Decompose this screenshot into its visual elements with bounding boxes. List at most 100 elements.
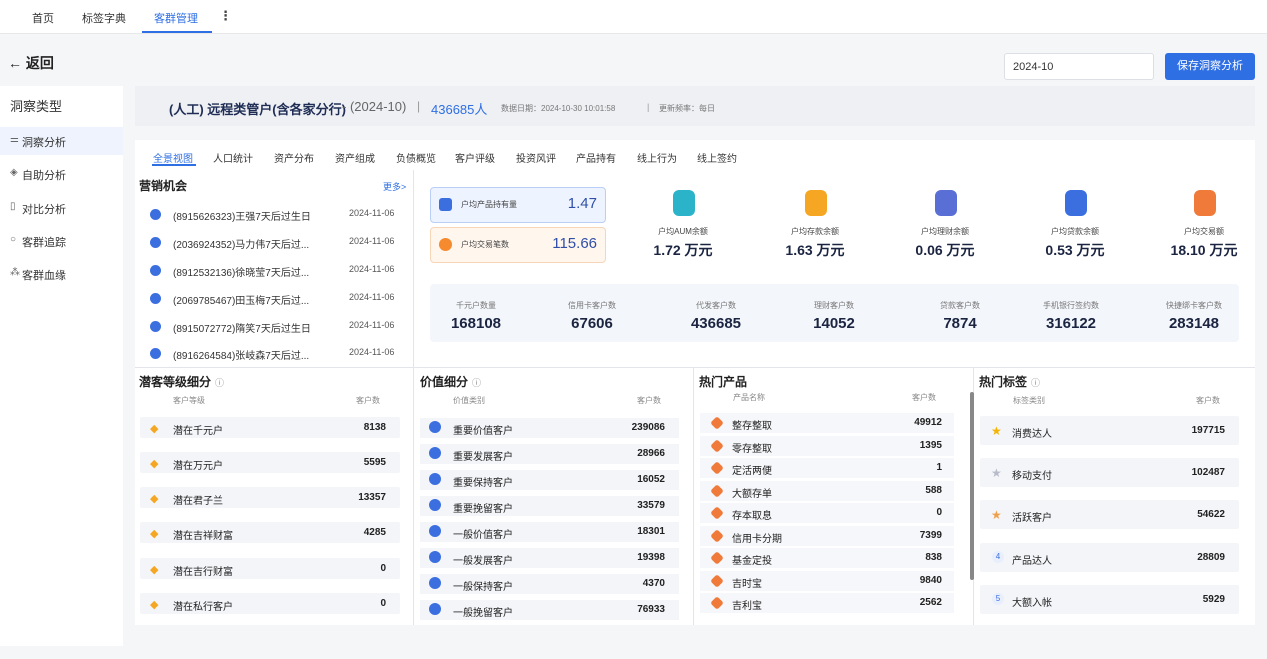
rank-badge: 5 <box>992 593 1004 605</box>
tab-home[interactable]: 首页 <box>32 10 54 26</box>
potential-row: ◆ 潜在万元户 5595 <box>140 452 400 473</box>
value-name: 重要挽留客户 <box>453 504 513 515</box>
stat-item: 千元户数量 168108 <box>421 300 531 332</box>
tag-name: 消费达人 <box>1012 429 1052 440</box>
opportunity-item[interactable]: (8915072772)隋笑7天后过生日 2024-11-06 <box>150 319 405 339</box>
info-icon[interactable]: ⓘ <box>472 378 481 388</box>
opportunity-item[interactable]: (8912532136)徐晓莹7天后过... 2024-11-06 <box>150 263 405 283</box>
avg-value: 1.63 万元 <box>785 242 845 258</box>
more-link[interactable]: 更多> <box>383 180 406 193</box>
tag-count: 5929 <box>1202 594 1225 605</box>
cube-icon <box>710 416 724 430</box>
potential-row: ◆ 潜在吉祥财富 4285 <box>140 522 400 543</box>
compare-icon: ▯ <box>10 201 16 212</box>
stat-item: 手机银行签约数 316122 <box>1016 300 1126 332</box>
group-count: 436685人 <box>431 102 488 117</box>
location-pin-icon <box>429 421 441 433</box>
potential-row: ◆ 潜在君子兰 13357 <box>140 487 400 508</box>
subtab-asset-composition[interactable]: 资产组成 <box>335 150 375 165</box>
stat-item: 理财客户数 14052 <box>779 300 889 332</box>
value-count: 28966 <box>637 448 665 459</box>
product-name: 大额存单 <box>732 489 772 500</box>
subtab-risk[interactable]: 投资风评 <box>516 150 556 165</box>
info-icon[interactable]: ⓘ <box>1031 378 1040 388</box>
stat-label: 信用卡客户数 <box>568 301 616 310</box>
potential-name: 潜在吉祥财富 <box>173 531 233 542</box>
value-row: 一般保持客户 4370 <box>420 574 679 594</box>
potential-name: 潜在私行客户 <box>173 602 233 613</box>
sidebar-item-self-analysis[interactable]: ◈ 自助分析 <box>0 160 123 188</box>
rank-badge: 4 <box>992 551 1004 563</box>
location-pin-icon <box>429 551 441 563</box>
kpi-label: 户均产品持有量 <box>461 200 517 209</box>
product-row: 整存整取 49912 <box>700 413 954 433</box>
sidebar-item-insight[interactable]: ⚌ 洞察分析 <box>0 127 123 155</box>
subtab-online[interactable]: 线上行为 <box>637 150 677 165</box>
product-count: 2562 <box>919 597 942 608</box>
active-tab-underline <box>142 31 212 33</box>
tag-name: 移动支付 <box>1012 471 1052 482</box>
value-count: 19398 <box>637 552 665 563</box>
back-button[interactable]: ← 返回 <box>8 53 54 73</box>
group-title-bar: (人工) 远程类管户(含各家分行) - (2024-10) | 436685人 … <box>135 86 1255 126</box>
avg-deposit: 户均存款余额 1.63 万元 <box>760 189 870 269</box>
save-analysis-button[interactable]: 保存洞察分析 <box>1165 53 1255 80</box>
tag-name: 产品达人 <box>1012 556 1052 567</box>
sidebar-item-label: 对比分析 <box>22 204 66 216</box>
product-count: 838 <box>925 552 942 563</box>
opportunity-item[interactable]: (8916264584)张岐森7天后过... 2024-11-06 <box>150 346 405 366</box>
opportunity-item[interactable]: (2036924352)马力伟7天后过... 2024-11-06 <box>150 235 405 255</box>
value-name: 一般挽留客户 <box>453 608 513 619</box>
subtab-demographics[interactable]: 人口统计 <box>213 150 253 165</box>
kpi-value: 115.66 <box>552 235 597 252</box>
opportunity-text: (2036924352)马力伟7天后过... <box>173 240 310 251</box>
more-menu-icon[interactable]: ⋮ <box>219 8 232 24</box>
product-row: 定活两便 1 <box>700 458 954 478</box>
sidebar-item-tracking[interactable]: ○ 客群追踪 <box>0 227 123 255</box>
stat-label: 理财客户数 <box>814 301 854 310</box>
value-col-category: 价值类别 <box>453 396 485 405</box>
cube-icon <box>710 574 724 588</box>
product-name: 信用卡分期 <box>732 534 782 545</box>
subtab-asset-distribution[interactable]: 资产分布 <box>274 150 314 165</box>
column-divider <box>693 367 694 625</box>
stat-label: 代发客户数 <box>696 301 736 310</box>
products-title: 热门产品 <box>699 375 748 389</box>
opportunity-date: 2024-11-06 <box>349 236 395 246</box>
opportunity-date: 2024-11-06 <box>349 320 395 330</box>
potential-name: 潜在君子兰 <box>173 496 223 507</box>
stat-value: 316122 <box>1045 315 1097 332</box>
opportunity-text: (8916264584)张岐森7天后过... <box>173 351 310 362</box>
value-name: 重要保持客户 <box>453 478 513 489</box>
subtab-liability[interactable]: 负债概览 <box>396 150 436 165</box>
tab-customer-group[interactable]: 客群管理 <box>154 10 198 26</box>
stat-value: 436685 <box>690 315 742 332</box>
value-col-count: 客户数 <box>637 396 661 405</box>
tab-tag-dictionary[interactable]: 标签字典 <box>82 10 126 26</box>
products-scrollbar[interactable] <box>970 392 974 580</box>
stat-label: 手机银行签约数 <box>1043 301 1099 310</box>
subtab-rating[interactable]: 客户评级 <box>455 150 495 165</box>
subtab-signing[interactable]: 线上签约 <box>697 150 737 165</box>
avg-transaction-amount: 户均交易额 18.10 万元 <box>1149 189 1259 269</box>
opportunity-item[interactable]: (8915626323)王强7天后过生日 2024-11-06 <box>150 207 405 227</box>
opportunity-item[interactable]: (2069785467)田玉梅7天后过... 2024-11-06 <box>150 291 405 311</box>
subtab-products[interactable]: 产品持有 <box>576 150 616 165</box>
sidebar-item-lineage[interactable]: ⁂ 客群血缘 <box>0 260 123 288</box>
product-row: 大额存单 588 <box>700 481 954 501</box>
potential-value: 5595 <box>363 457 386 468</box>
tag-row: ★ 消费达人 197715 <box>980 416 1239 445</box>
potential-value: 0 <box>380 563 386 574</box>
potential-value: 8138 <box>363 422 386 433</box>
avg-label: 户均存款余额 <box>791 227 839 236</box>
bronze-medal-icon: ★ <box>991 508 1002 522</box>
coin-icon <box>1194 190 1216 216</box>
stat-label: 快捷绑卡客户数 <box>1166 301 1222 310</box>
subtab-overview[interactable]: 全景视图 <box>153 150 193 165</box>
info-icon[interactable]: ⓘ <box>215 378 224 388</box>
target-icon: ○ <box>10 234 17 245</box>
sidebar-item-compare[interactable]: ▯ 对比分析 <box>0 194 123 222</box>
month-picker[interactable]: 2024-10 <box>1004 53 1154 80</box>
tag-count: 54622 <box>1197 509 1225 520</box>
tag-count: 197715 <box>1191 425 1225 436</box>
